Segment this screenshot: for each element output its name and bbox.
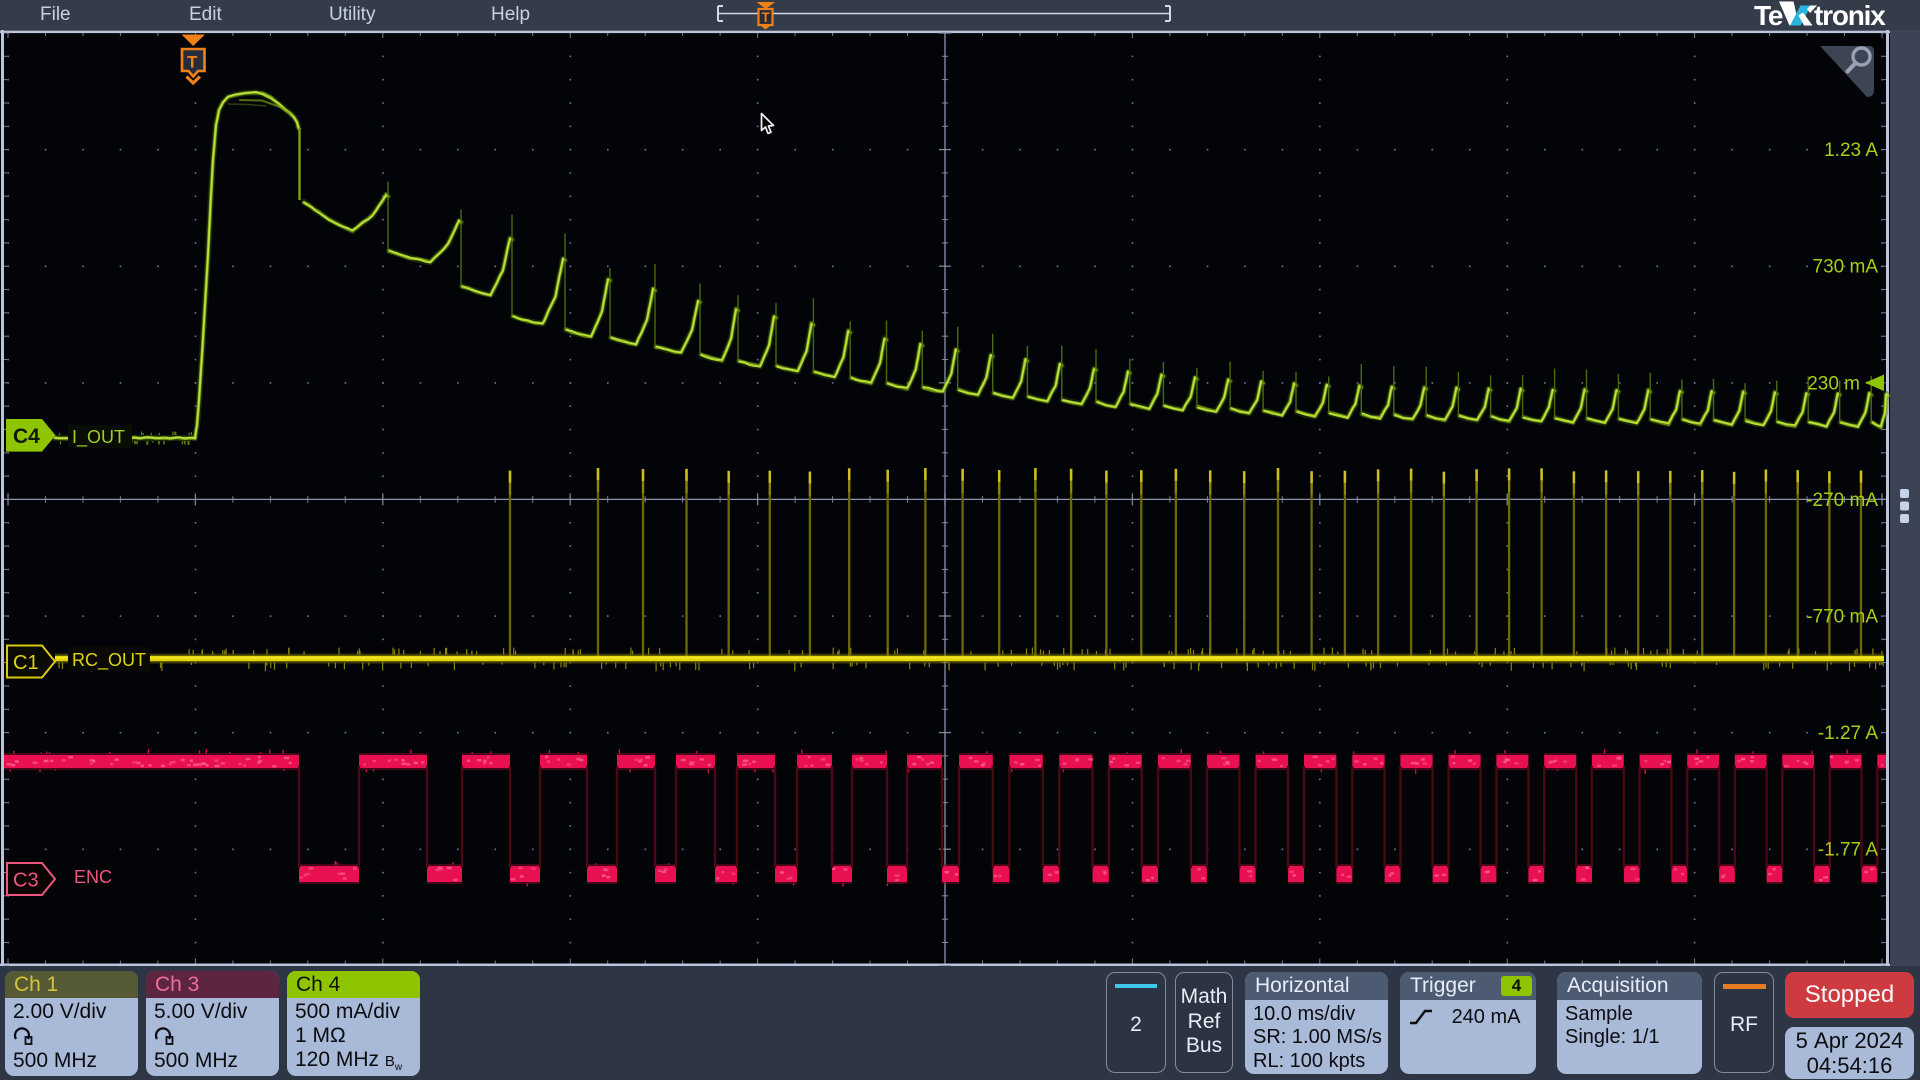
svg-text:-770 mA: -770 mA [1806,607,1878,628]
svg-text:-270 mA: -270 mA [1806,490,1878,511]
svg-text:ENC: ENC [74,867,112,887]
svg-text:C4: C4 [13,425,40,448]
svg-text:-1.77 A: -1.77 A [1818,840,1879,861]
svg-text:tronix: tronix [1814,0,1886,30]
svg-text:-1.27 A: -1.27 A [1818,723,1879,744]
svg-text:730 mA: 730 mA [1813,257,1879,278]
svg-text:230 m: 230 m [1807,373,1860,394]
svg-text:T: T [187,53,198,72]
svg-text:C3: C3 [13,870,39,892]
svg-text:C1: C1 [13,652,39,674]
svg-text:RC_OUT: RC_OUT [72,650,146,671]
svg-text:T: T [762,10,771,25]
svg-text:1.23 A: 1.23 A [1824,140,1878,161]
svg-text:I_OUT: I_OUT [72,427,125,448]
svg-text:Te: Te [1754,0,1783,30]
